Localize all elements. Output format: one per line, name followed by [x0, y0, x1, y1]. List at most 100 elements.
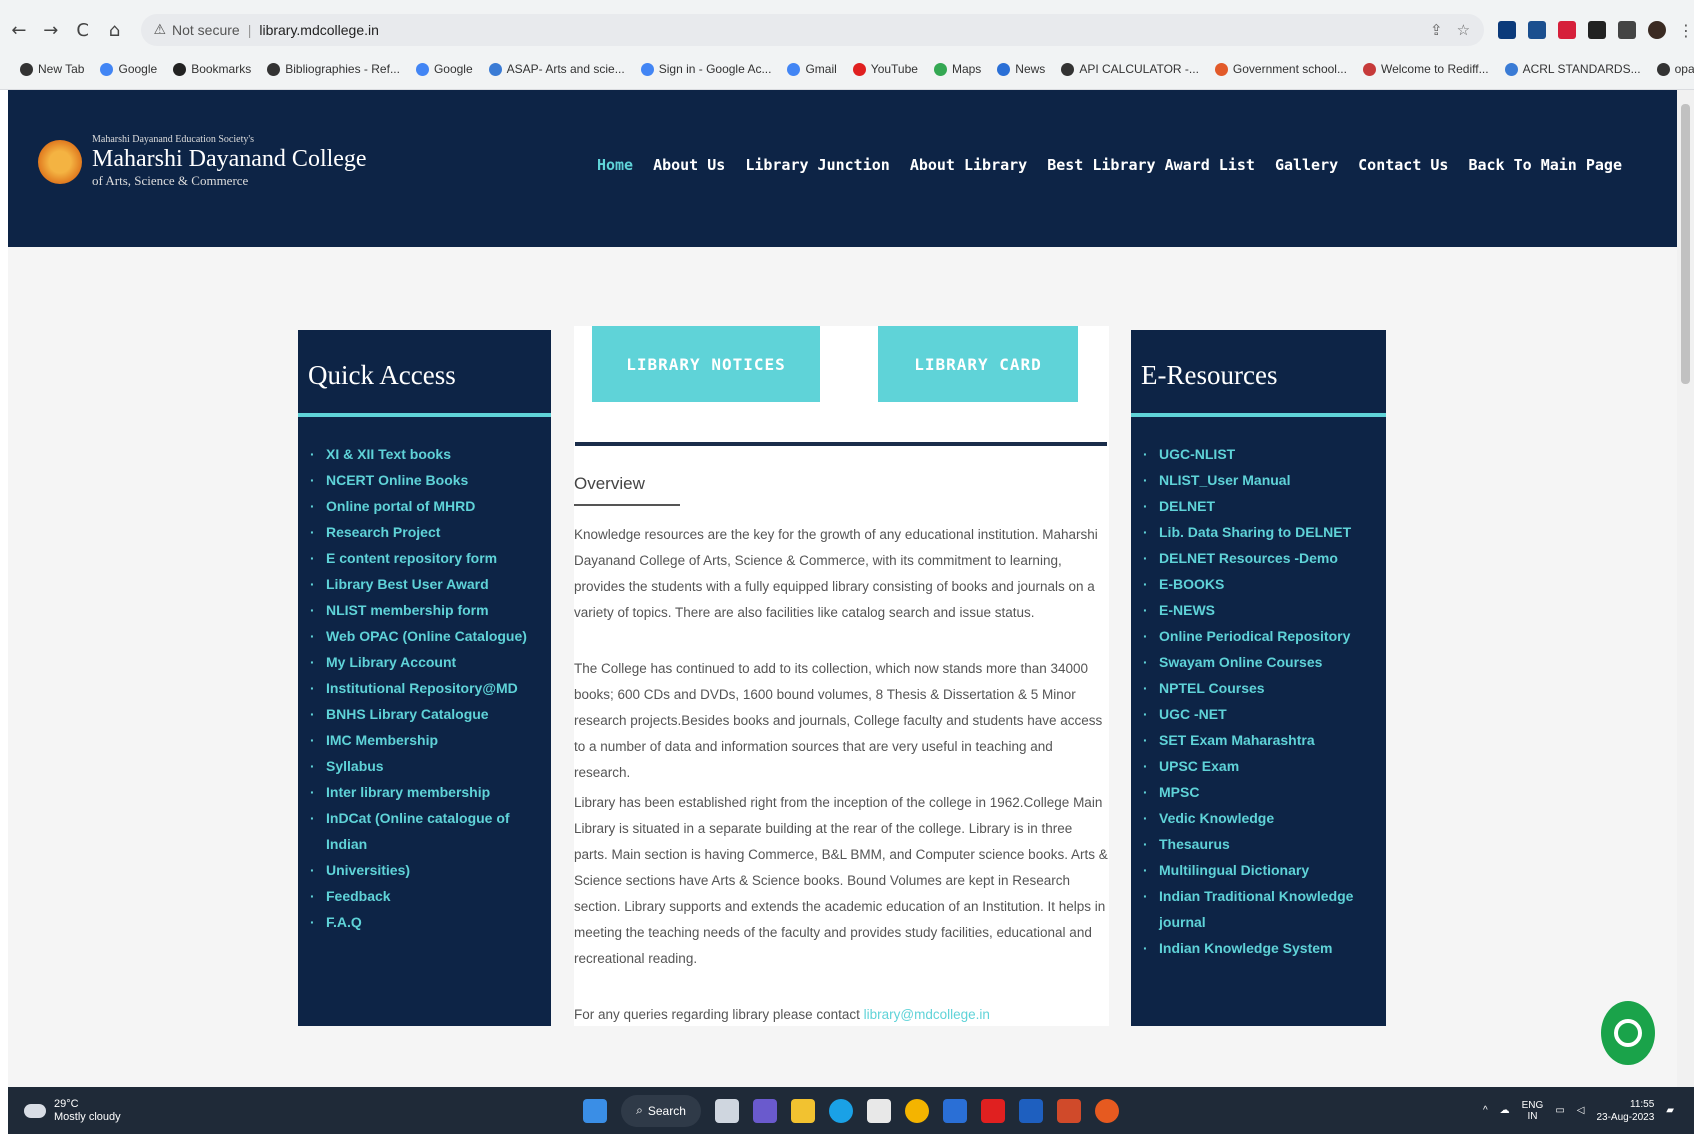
- quick-access-link[interactable]: Syllabus: [310, 753, 551, 779]
- store-icon[interactable]: [943, 1098, 967, 1123]
- profile-avatar[interactable]: [1648, 21, 1667, 39]
- quick-access-link[interactable]: Universities): [310, 857, 551, 883]
- e-resource-link[interactable]: Thesaurus: [1143, 831, 1386, 857]
- quick-access-link[interactable]: Research Project: [310, 519, 551, 545]
- bookmark-item[interactable]: News: [997, 62, 1045, 76]
- share-icon[interactable]: ⇪: [1430, 21, 1443, 39]
- menu-best-library-award-list[interactable]: Best Library Award List: [1047, 156, 1255, 174]
- scrollbar-thumb[interactable]: [1681, 104, 1690, 384]
- weather-widget[interactable]: 29°C Mostly cloudy: [8, 1098, 121, 1124]
- back-icon[interactable]: ←: [6, 17, 32, 43]
- chrome-active-icon[interactable]: [1095, 1098, 1119, 1123]
- quick-access-link[interactable]: F.A.Q: [310, 909, 551, 935]
- word-icon[interactable]: [1019, 1098, 1043, 1123]
- e-resource-link[interactable]: Swayam Online Courses: [1143, 649, 1386, 675]
- bookmark-item[interactable]: Bibliographies - Ref...: [267, 62, 400, 76]
- e-resource-link[interactable]: UGC-NLIST: [1143, 441, 1386, 467]
- e-resource-link[interactable]: UPSC Exam: [1143, 753, 1386, 779]
- extension-icon[interactable]: [1558, 21, 1577, 39]
- e-resource-link[interactable]: Indian Traditional Knowledge journal: [1143, 883, 1386, 935]
- e-resource-link[interactable]: DELNET Resources -Demo: [1143, 545, 1386, 571]
- quick-access-link[interactable]: Inter library membership: [310, 779, 551, 805]
- menu-contact-us[interactable]: Contact Us: [1358, 156, 1448, 174]
- quick-access-link[interactable]: Feedback: [310, 883, 551, 909]
- e-resource-link[interactable]: Vedic Knowledge: [1143, 805, 1386, 831]
- library-notices-button[interactable]: LIBRARY NOTICES: [592, 326, 820, 402]
- bookmark-item[interactable]: Sign in - Google Ac...: [640, 62, 771, 76]
- contact-email-link[interactable]: library@mdcollege.in: [864, 1007, 990, 1022]
- bookmark-item[interactable]: ASAP- Arts and scie...: [488, 62, 625, 76]
- language-indicator[interactable]: ENG IN: [1522, 1100, 1544, 1122]
- task-view-icon[interactable]: [715, 1098, 739, 1123]
- e-resource-link[interactable]: NLIST_User Manual: [1143, 467, 1386, 493]
- taskbar-search[interactable]: ⌕ Search: [621, 1094, 701, 1127]
- bookmark-item[interactable]: YouTube: [852, 62, 918, 76]
- e-resource-link[interactable]: SET Exam Maharashtra: [1143, 727, 1386, 753]
- bookmark-item[interactable]: Government school...: [1214, 62, 1347, 76]
- quick-access-link[interactable]: BNHS Library Catalogue: [310, 701, 551, 727]
- bookmark-item[interactable]: API CALCULATOR -...: [1061, 62, 1199, 76]
- e-resource-link[interactable]: Lib. Data Sharing to DELNET: [1143, 519, 1386, 545]
- powerpoint-icon[interactable]: [1057, 1098, 1081, 1123]
- extension-icon[interactable]: [1498, 21, 1517, 39]
- youtube-icon[interactable]: [981, 1098, 1005, 1123]
- quick-access-link[interactable]: IMC Membership: [310, 727, 551, 753]
- quick-access-link[interactable]: Web OPAC (Online Catalogue): [310, 623, 551, 649]
- address-bar[interactable]: ⚠ Not secure | library.mdcollege.in ⇪ ☆: [141, 14, 1485, 46]
- bookmark-item[interactable]: Welcome to Rediff...: [1362, 62, 1489, 76]
- calendar-icon[interactable]: [867, 1098, 891, 1123]
- e-resource-link[interactable]: DELNET: [1143, 493, 1386, 519]
- quick-access-link[interactable]: My Library Account: [310, 649, 551, 675]
- menu-about-library[interactable]: About Library: [910, 156, 1027, 174]
- e-resource-link[interactable]: E-BOOKS: [1143, 571, 1386, 597]
- e-resource-link[interactable]: NPTEL Courses: [1143, 675, 1386, 701]
- bookmark-item[interactable]: Google: [100, 62, 157, 76]
- onedrive-icon[interactable]: ☁: [1500, 1105, 1510, 1116]
- menu-gallery[interactable]: Gallery: [1275, 156, 1338, 174]
- menu-icon[interactable]: ⋮: [1678, 21, 1694, 40]
- puzzle-icon[interactable]: [1588, 21, 1607, 39]
- quick-access-link[interactable]: E content repository form: [310, 545, 551, 571]
- quick-access-link[interactable]: XI & XII Text books: [310, 441, 551, 467]
- quick-access-link[interactable]: NCERT Online Books: [310, 467, 551, 493]
- extension-icon[interactable]: [1528, 21, 1547, 39]
- quick-access-link[interactable]: Library Best User Award: [310, 571, 551, 597]
- menu-about-us[interactable]: About Us: [653, 156, 725, 174]
- menu-library-junction[interactable]: Library Junction: [745, 156, 890, 174]
- quick-access-link[interactable]: Online portal of MHRD: [310, 493, 551, 519]
- library-card-button[interactable]: LIBRARY CARD: [878, 326, 1078, 402]
- bookmark-item[interactable]: ACRL STANDARDS...: [1504, 62, 1641, 76]
- url-text[interactable]: library.mdcollege.in: [259, 22, 379, 38]
- teams-icon[interactable]: [753, 1098, 777, 1123]
- star-icon[interactable]: ☆: [1457, 21, 1470, 39]
- clock[interactable]: 11:55 23-Aug-2023: [1596, 1098, 1654, 1124]
- quick-access-link[interactable]: NLIST membership form: [310, 597, 551, 623]
- e-resource-link[interactable]: Multilingual Dictionary: [1143, 857, 1386, 883]
- college-logo[interactable]: Maharshi Dayanand Education Society's Ma…: [38, 134, 367, 189]
- chrome-icon[interactable]: [905, 1098, 929, 1123]
- bookmark-item[interactable]: Gmail: [787, 62, 837, 76]
- chat-button[interactable]: [1601, 1001, 1655, 1065]
- windows-start-icon[interactable]: [583, 1098, 607, 1123]
- e-resource-link[interactable]: MPSC: [1143, 779, 1386, 805]
- quick-access-link[interactable]: InDCat (Online catalogue of Indian: [310, 805, 551, 857]
- home-icon[interactable]: ⌂: [102, 17, 128, 43]
- menu-home[interactable]: Home: [597, 156, 633, 174]
- bookmark-item[interactable]: Bookmarks: [173, 62, 251, 76]
- e-resource-link[interactable]: Online Periodical Repository: [1143, 623, 1386, 649]
- forward-icon[interactable]: →: [38, 17, 64, 43]
- e-resource-link[interactable]: UGC -NET: [1143, 701, 1386, 727]
- sidepanel-icon[interactable]: [1618, 21, 1637, 39]
- bookmark-item[interactable]: opac: [1656, 62, 1694, 76]
- volume-icon[interactable]: ◁: [1577, 1105, 1585, 1116]
- e-resource-link[interactable]: E-NEWS: [1143, 597, 1386, 623]
- quick-access-link[interactable]: Institutional Repository@MD: [310, 675, 551, 701]
- bookmark-item[interactable]: Google: [415, 62, 473, 76]
- page-scrollbar[interactable]: [1677, 90, 1694, 1087]
- chevron-up-icon[interactable]: ^: [1483, 1105, 1488, 1116]
- edge-icon[interactable]: [829, 1098, 853, 1123]
- bookmark-item[interactable]: New Tab: [20, 62, 84, 76]
- bookmark-item[interactable]: Maps: [933, 62, 981, 76]
- network-icon[interactable]: ▭: [1555, 1105, 1564, 1116]
- file-explorer-icon[interactable]: [791, 1098, 815, 1123]
